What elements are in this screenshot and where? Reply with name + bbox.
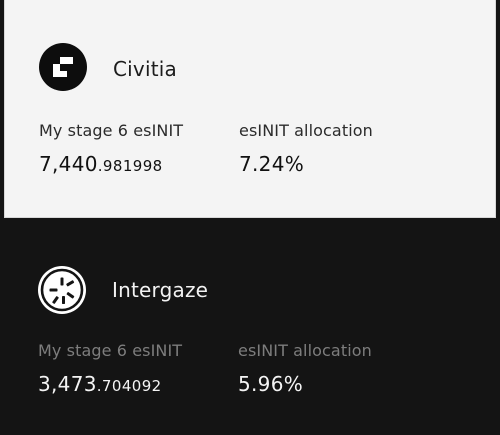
allocation-panel: Civitia My stage 6 esINIT esINIT allocat… bbox=[0, 0, 500, 435]
stake-label: My stage 6 esINIT bbox=[39, 121, 184, 140]
allocation-label: esINIT allocation bbox=[238, 341, 372, 360]
stake-value: 7,440.981998 bbox=[39, 152, 163, 176]
validator-name: Civitia bbox=[113, 57, 177, 81]
stake-decimals: .981998 bbox=[97, 157, 163, 175]
validator-name: Intergaze bbox=[112, 278, 209, 302]
stake-decimals: .704092 bbox=[96, 377, 162, 395]
intergaze-logo-icon bbox=[38, 266, 86, 314]
stake-whole: 3,473 bbox=[38, 372, 97, 396]
validator-card-civitia[interactable]: Civitia My stage 6 esINIT esINIT allocat… bbox=[4, 0, 496, 218]
stake-whole: 7,440 bbox=[39, 152, 98, 176]
civitia-logo-icon bbox=[39, 43, 87, 91]
allocation-value: 7.24% bbox=[239, 152, 305, 176]
stake-label: My stage 6 esINIT bbox=[38, 341, 183, 360]
allocation-value: 5.96% bbox=[238, 372, 304, 396]
validator-card-intergaze[interactable]: Intergaze My stage 6 esINIT esINIT alloc… bbox=[4, 218, 496, 435]
stake-value: 3,473.704092 bbox=[38, 372, 162, 396]
allocation-label: esINIT allocation bbox=[239, 121, 373, 140]
